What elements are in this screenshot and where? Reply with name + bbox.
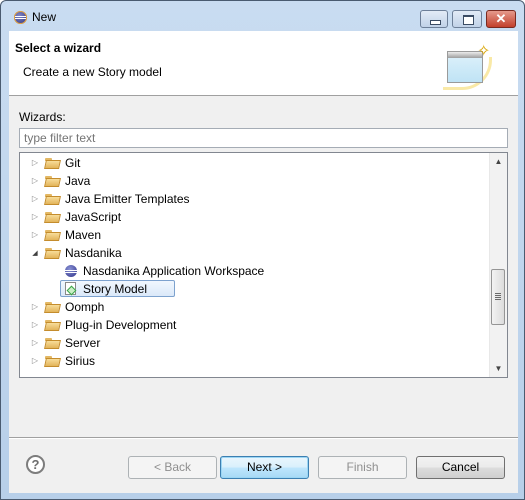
scrollbar-thumb[interactable] (491, 269, 505, 325)
tree-item-plug-in-development[interactable]: Plug-in Development (20, 316, 490, 334)
tree-item-label: Nasdanika Application Workspace (83, 264, 265, 278)
tree-item-label: Java Emitter Templates (65, 192, 190, 206)
footer-separator (9, 437, 518, 439)
scroll-down-arrow-icon[interactable]: ▼ (490, 360, 507, 377)
tree-item-sirius[interactable]: Sirius (20, 352, 490, 370)
tree-item-label: Java (65, 174, 91, 188)
folder-icon (44, 302, 61, 313)
folder-icon (44, 230, 61, 241)
tree-item-nasdanika-application-workspace[interactable]: Nasdanika Application Workspace (20, 262, 490, 280)
tree-item-label: Sirius (65, 354, 96, 368)
tree-item-label: Plug-in Development (65, 318, 177, 332)
page-description: Create a new Story model (23, 65, 162, 79)
filter-input[interactable] (19, 128, 508, 148)
wizard-header: Select a wizard Create a new Story model… (9, 31, 518, 96)
folder-icon (44, 158, 61, 169)
grip-icon (495, 293, 501, 294)
folder-icon (44, 356, 61, 367)
tree-item-git[interactable]: Git (20, 154, 490, 172)
folder-icon (44, 320, 61, 331)
vertical-scrollbar[interactable]: ▲ ▼ (489, 153, 507, 377)
page-title: Select a wizard (15, 41, 102, 55)
expand-arrow-icon[interactable] (30, 316, 40, 334)
collapse-arrow-icon[interactable] (30, 244, 40, 262)
tree-item-label: Git (65, 156, 81, 170)
dialog-content: Select a wizard Create a new Story model… (9, 31, 518, 493)
help-icon[interactable]: ? (26, 455, 45, 474)
wizards-tree[interactable]: Git Java Java Emitter Templates JavaScript M… (19, 152, 508, 378)
tree-item-java[interactable]: Java (20, 172, 490, 190)
title-bar[interactable]: New ✕ (1, 1, 524, 31)
folder-icon (44, 212, 61, 223)
expand-arrow-icon[interactable] (30, 226, 40, 244)
expand-arrow-icon[interactable] (30, 154, 40, 172)
close-icon: ✕ (495, 11, 507, 26)
expand-arrow-icon[interactable] (30, 352, 40, 370)
tree-item-nasdanika[interactable]: Nasdanika (20, 244, 490, 262)
finish-button[interactable]: Finish (318, 456, 407, 479)
tree-item-javascript[interactable]: JavaScript (20, 208, 490, 226)
tree-item-server[interactable]: Server (20, 334, 490, 352)
next-button[interactable]: Next > (220, 456, 309, 479)
tree-item-story-model[interactable]: Story Model (20, 280, 490, 298)
expand-arrow-icon[interactable] (30, 208, 40, 226)
tree-item-label: Story Model (83, 282, 148, 296)
tree-item-label: Oomph (65, 300, 105, 314)
cancel-button[interactable]: Cancel (416, 456, 505, 479)
folder-icon (44, 176, 61, 187)
new-wizard-dialog: New ✕ Select a wizard Create a new Story… (0, 0, 525, 500)
folder-icon (44, 248, 61, 259)
new-wizard-banner-icon: ✧ (441, 43, 495, 90)
minimize-icon (430, 20, 441, 25)
tree-item-label: Nasdanika (65, 246, 122, 260)
back-button[interactable]: < Back (128, 456, 217, 479)
tree-item-label: Server (65, 336, 101, 350)
minimize-button[interactable] (420, 10, 448, 28)
eclipse-icon (14, 11, 27, 24)
tree-item-label: Maven (65, 228, 102, 242)
scroll-up-arrow-icon[interactable]: ▲ (490, 153, 507, 170)
window-title: New (32, 10, 57, 24)
close-button[interactable]: ✕ (486, 10, 516, 28)
expand-arrow-icon[interactable] (30, 298, 40, 316)
folder-icon (44, 338, 61, 349)
maximize-button[interactable] (452, 10, 482, 28)
story-model-icon (65, 282, 76, 295)
expand-arrow-icon[interactable] (30, 334, 40, 352)
wizards-label: Wizards: (19, 110, 66, 124)
maximize-icon (463, 15, 474, 25)
tree-item-label: JavaScript (65, 210, 122, 224)
folder-icon (44, 194, 61, 205)
tree-item-oomph[interactable]: Oomph (20, 298, 490, 316)
tree-item-java-emitter-templates[interactable]: Java Emitter Templates (20, 190, 490, 208)
expand-arrow-icon[interactable] (30, 190, 40, 208)
tree-item-maven[interactable]: Maven (20, 226, 490, 244)
expand-arrow-icon[interactable] (30, 172, 40, 190)
eclipse-wizard-icon (65, 265, 77, 277)
